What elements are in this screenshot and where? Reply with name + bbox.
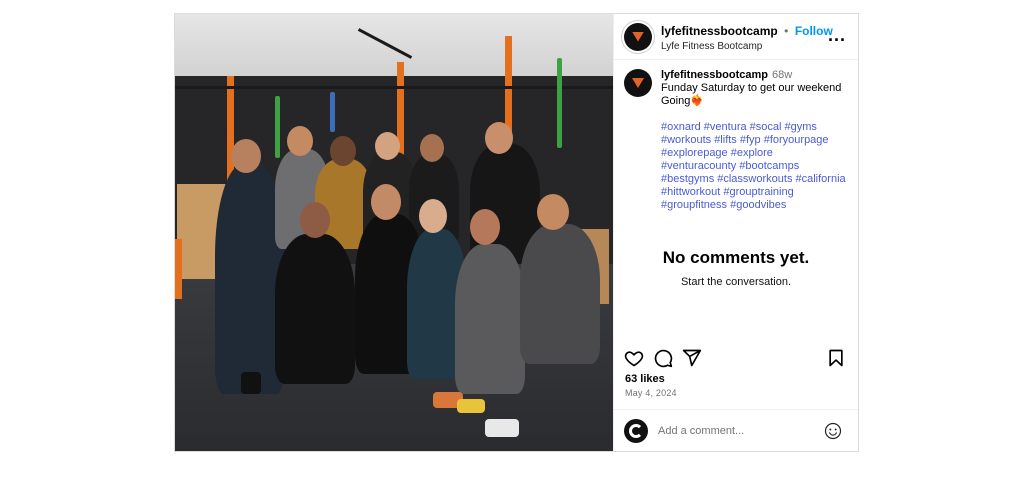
- resistance-band: [557, 58, 562, 148]
- brand-logo-icon: [632, 31, 644, 42]
- header-username[interactable]: lyfefitnessbootcamp: [661, 24, 778, 38]
- person-head: [287, 126, 313, 156]
- emoji-icon[interactable]: [824, 422, 842, 440]
- post-header: lyfefitnessbootcamp • Follow Lyfe Fitnes…: [614, 14, 858, 60]
- like-count[interactable]: 63 likes: [625, 373, 665, 385]
- person-head: [419, 199, 447, 233]
- caption-avatar[interactable]: [624, 69, 652, 97]
- person-head: [330, 136, 356, 166]
- person-head: [300, 202, 330, 238]
- post-photo[interactable]: [175, 14, 613, 451]
- caption-hashtags[interactable]: #oxnard #ventura #socal #gyms #workouts …: [661, 121, 848, 212]
- add-comment-bar: [614, 409, 858, 451]
- separator-dot: •: [784, 23, 789, 38]
- person-head: [537, 194, 569, 230]
- pullup-bar: [175, 86, 613, 89]
- post-card: lyfefitnessbootcamp • Follow Lyfe Fitnes…: [174, 13, 859, 452]
- person-head: [420, 134, 444, 162]
- person: [275, 234, 355, 384]
- rack-upright: [175, 239, 182, 299]
- caption-text: Funday Saturday to get our weekend Going…: [661, 82, 842, 107]
- post-date: May 4, 2024: [625, 388, 677, 398]
- post-side-panel: lyfefitnessbootcamp • Follow Lyfe Fitnes…: [613, 14, 858, 451]
- empty-comments: No comments yet. Start the conversation.: [614, 248, 858, 288]
- person: [455, 244, 525, 394]
- profile-avatar[interactable]: [624, 22, 652, 51]
- person: [520, 224, 600, 364]
- threads-logo-icon: [629, 423, 643, 438]
- bookmark-icon[interactable]: [826, 348, 846, 368]
- sneaker: [457, 399, 485, 413]
- person-head: [470, 209, 500, 245]
- caption: lyfefitnessbootcamp 68w Funday Saturday t…: [614, 60, 858, 212]
- no-comments-title: No comments yet.: [662, 248, 810, 267]
- brand-logo-icon: [632, 78, 644, 88]
- hashtag-list[interactable]: #oxnard #ventura #socal #gyms #workouts …: [661, 121, 846, 211]
- comment-icon[interactable]: [653, 348, 673, 368]
- sneaker: [241, 372, 261, 394]
- current-user-avatar: [624, 418, 648, 443]
- person-head: [485, 122, 513, 154]
- caption-body: lyfefitnessbootcamp 68w Funday Saturday t…: [661, 69, 848, 212]
- resistance-band: [275, 96, 280, 158]
- heart-icon[interactable]: [624, 348, 644, 368]
- caption-age: 68w: [771, 69, 793, 81]
- caption-username[interactable]: lyfefitnessbootcamp: [661, 69, 768, 81]
- header-display-name: Lyfe Fitness Bootcamp: [661, 40, 763, 52]
- no-comments-subtitle: Start the conversation.: [680, 276, 792, 288]
- more-icon[interactable]: ...: [828, 26, 846, 44]
- person-head: [375, 132, 400, 160]
- comment-input[interactable]: [658, 424, 808, 437]
- resistance-band: [330, 92, 335, 132]
- header-text: lyfefitnessbootcamp • Follow Lyfe Fitnes…: [661, 22, 833, 52]
- person-head: [231, 139, 261, 173]
- sneaker: [485, 419, 519, 437]
- share-icon[interactable]: [682, 348, 702, 368]
- action-bar: [624, 348, 848, 370]
- person-head: [371, 184, 401, 220]
